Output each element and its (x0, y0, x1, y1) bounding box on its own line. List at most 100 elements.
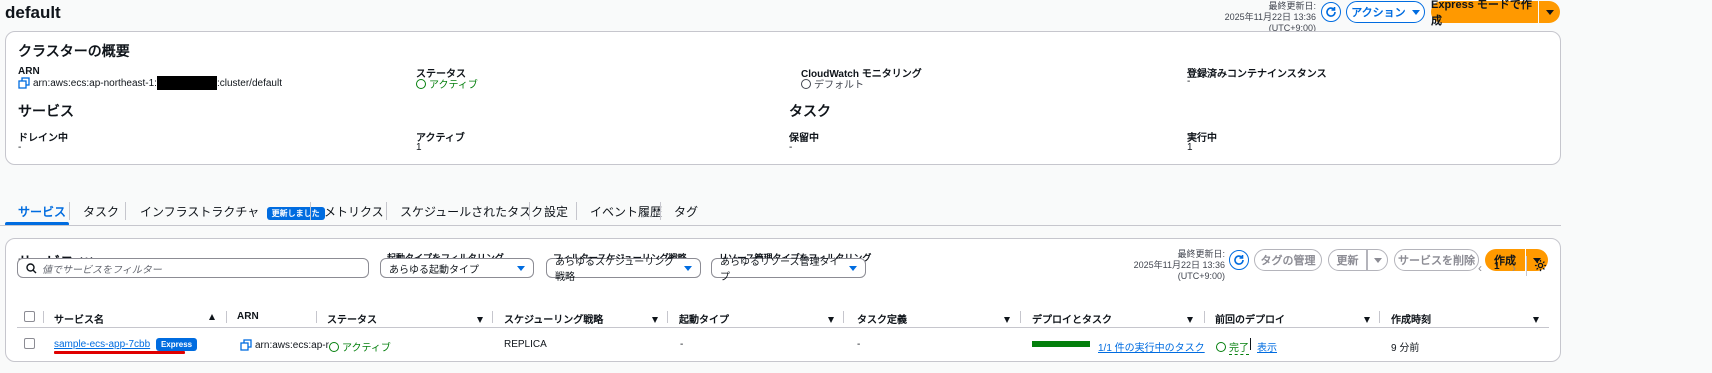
filter-strategy-value: あらゆるスケジューリング戦略 (555, 257, 675, 283)
tab-separator (660, 202, 661, 220)
column-header-task-definition[interactable]: タスク定義 (857, 311, 907, 326)
update-dropdown[interactable] (1367, 249, 1388, 271)
table-header-divider (17, 327, 1549, 328)
deploy-status: 完了 (1216, 339, 1249, 355)
column-separator (1020, 311, 1021, 323)
filter-launch-type-select[interactable]: あらゆる起動タイプ (380, 258, 534, 278)
sort-icon[interactable] (1533, 314, 1539, 326)
draining-label: ドレイン中 (18, 133, 68, 144)
status-value: アクティブ (416, 76, 478, 91)
column-header-created[interactable]: 作成時刻 (1391, 311, 1431, 326)
express-create-dropdown[interactable] (1539, 1, 1560, 23)
gear-icon (1534, 259, 1547, 272)
row-checkbox[interactable] (24, 338, 35, 349)
filter-resource-select[interactable]: あらゆるリソース管理タイプ (711, 257, 866, 283)
column-separator (43, 311, 44, 323)
column-header-arn[interactable]: ARN (237, 311, 259, 322)
sort-icon[interactable] (828, 314, 834, 326)
select-all-checkbox[interactable] (24, 311, 35, 322)
copy-icon[interactable] (18, 77, 30, 89)
chevron-down-icon (684, 265, 692, 271)
created-cell: 9 分前 (1391, 343, 1420, 354)
chevron-down-icon (1373, 257, 1382, 263)
updated-badge: 更新しました (266, 207, 325, 220)
sort-icon[interactable] (477, 314, 483, 326)
tab-tasks[interactable]: タスク (83, 203, 119, 220)
chevron-down-icon (849, 265, 857, 271)
pagination-divider (1526, 256, 1527, 276)
check-circle-icon (329, 342, 339, 352)
deploy-status-text[interactable]: 完了 (1229, 343, 1249, 355)
running-value: 1 (1187, 142, 1193, 153)
tasks-link-text[interactable]: 1/1 件の実行中のタスク (1098, 343, 1205, 354)
column-header-last-deployment[interactable]: 前回のデプロイ (1215, 311, 1285, 326)
filter-strategy-select[interactable]: あらゆるスケジューリング戦略 (546, 257, 701, 283)
sort-icon[interactable] (1004, 314, 1010, 326)
column-header-launch-type[interactable]: 起動タイプ (679, 311, 729, 326)
search-input[interactable]: 値でサービスをフィルター (17, 258, 369, 278)
services-last-updated-label: 最終更新日: (1177, 249, 1225, 259)
column-separator (1379, 311, 1380, 323)
last-updated: 最終更新日: 2025年11月22日 13:36 (UTC+9:00) (1200, 1, 1316, 34)
deploy-view-text[interactable]: 表示 (1257, 343, 1277, 354)
tab-settings[interactable]: 設定 (544, 203, 568, 220)
arn-suffix: :cluster/default (216, 77, 282, 89)
filter-launch-type-value: あらゆる起動タイプ (389, 264, 479, 276)
sort-icon[interactable] (1364, 314, 1370, 326)
tab-metrics[interactable]: メトリクス (324, 203, 384, 220)
column-header-deployments[interactable]: デプロイとタスク (1032, 311, 1112, 326)
sort-icon[interactable] (652, 314, 658, 326)
chevron-down-icon (1411, 9, 1420, 15)
task-definition-cell: - (857, 339, 861, 350)
filter-resource-value: あらゆるリソース管理タイプ (720, 257, 840, 283)
sort-ascending-icon[interactable] (209, 314, 215, 320)
tab-separator (310, 202, 311, 220)
active-label: アクティブ (416, 133, 465, 144)
deploy-view-link[interactable]: 表示 (1257, 339, 1277, 354)
status-cell-text: アクティブ (342, 343, 391, 354)
column-header-service-name[interactable]: サービス名 (54, 311, 104, 326)
sort-icon[interactable] (1187, 314, 1193, 326)
service-name-link[interactable]: sample-ecs-app-7cbb (54, 339, 150, 350)
page-number[interactable]: 1 (1494, 261, 1500, 272)
services-refresh-button[interactable] (1229, 250, 1249, 270)
tasks-summary-title: タスク (789, 103, 831, 119)
tasks-link[interactable]: 1/1 件の実行中のタスク (1098, 339, 1205, 354)
tab-separator (529, 202, 530, 220)
express-create-button[interactable]: Express モードで作成 (1431, 0, 1538, 27)
tasks-progress-fill (1032, 341, 1090, 347)
arn-prefix: arn:aws:ecs:ap-northeast-1: (33, 77, 157, 89)
delete-service-button[interactable]: サービスを削除 (1394, 249, 1479, 271)
create-button[interactable]: 作成 (1485, 249, 1525, 271)
copy-icon[interactable] (240, 339, 252, 351)
draining-value: - (18, 142, 22, 153)
prev-page-icon[interactable]: ‹ (1478, 261, 1482, 275)
tab-tags[interactable]: タグ (674, 203, 698, 220)
refresh-icon (1326, 7, 1336, 17)
tab-services[interactable]: サービス (18, 203, 66, 220)
column-separator (226, 311, 227, 323)
express-badge: Express (155, 338, 198, 351)
tab-scheduled-tasks[interactable]: スケジュールされたタスク (400, 203, 543, 220)
next-page-icon[interactable]: › (1512, 261, 1516, 275)
annotation-underline (54, 351, 185, 354)
column-header-strategy[interactable]: スケジューリング戦略 (504, 311, 603, 326)
service-name-cell: sample-ecs-app-7cbb Express (54, 338, 198, 351)
tab-event-history[interactable]: イベント履歴 (590, 203, 662, 220)
registered-value: - (1187, 76, 1191, 87)
column-header-status[interactable]: ステータス (327, 311, 377, 326)
status-cell: アクティブ (329, 339, 391, 354)
pending-value: - (789, 142, 793, 153)
actions-button[interactable]: アクション (1346, 1, 1425, 23)
strategy-cell: REPLICA (504, 339, 547, 350)
settings-button[interactable] (1534, 259, 1547, 275)
check-circle-icon (801, 79, 811, 89)
chevron-down-icon (1545, 9, 1554, 15)
column-separator (1204, 311, 1205, 323)
tab-infrastructure[interactable]: インフラストラクチャ 更新しました (140, 203, 325, 220)
update-button[interactable]: 更新 (1328, 249, 1367, 271)
manage-tags-button[interactable]: タグの管理 (1254, 249, 1322, 271)
actions-label: アクション (1351, 7, 1406, 19)
refresh-button[interactable] (1321, 2, 1341, 22)
tab-separator (576, 202, 577, 220)
